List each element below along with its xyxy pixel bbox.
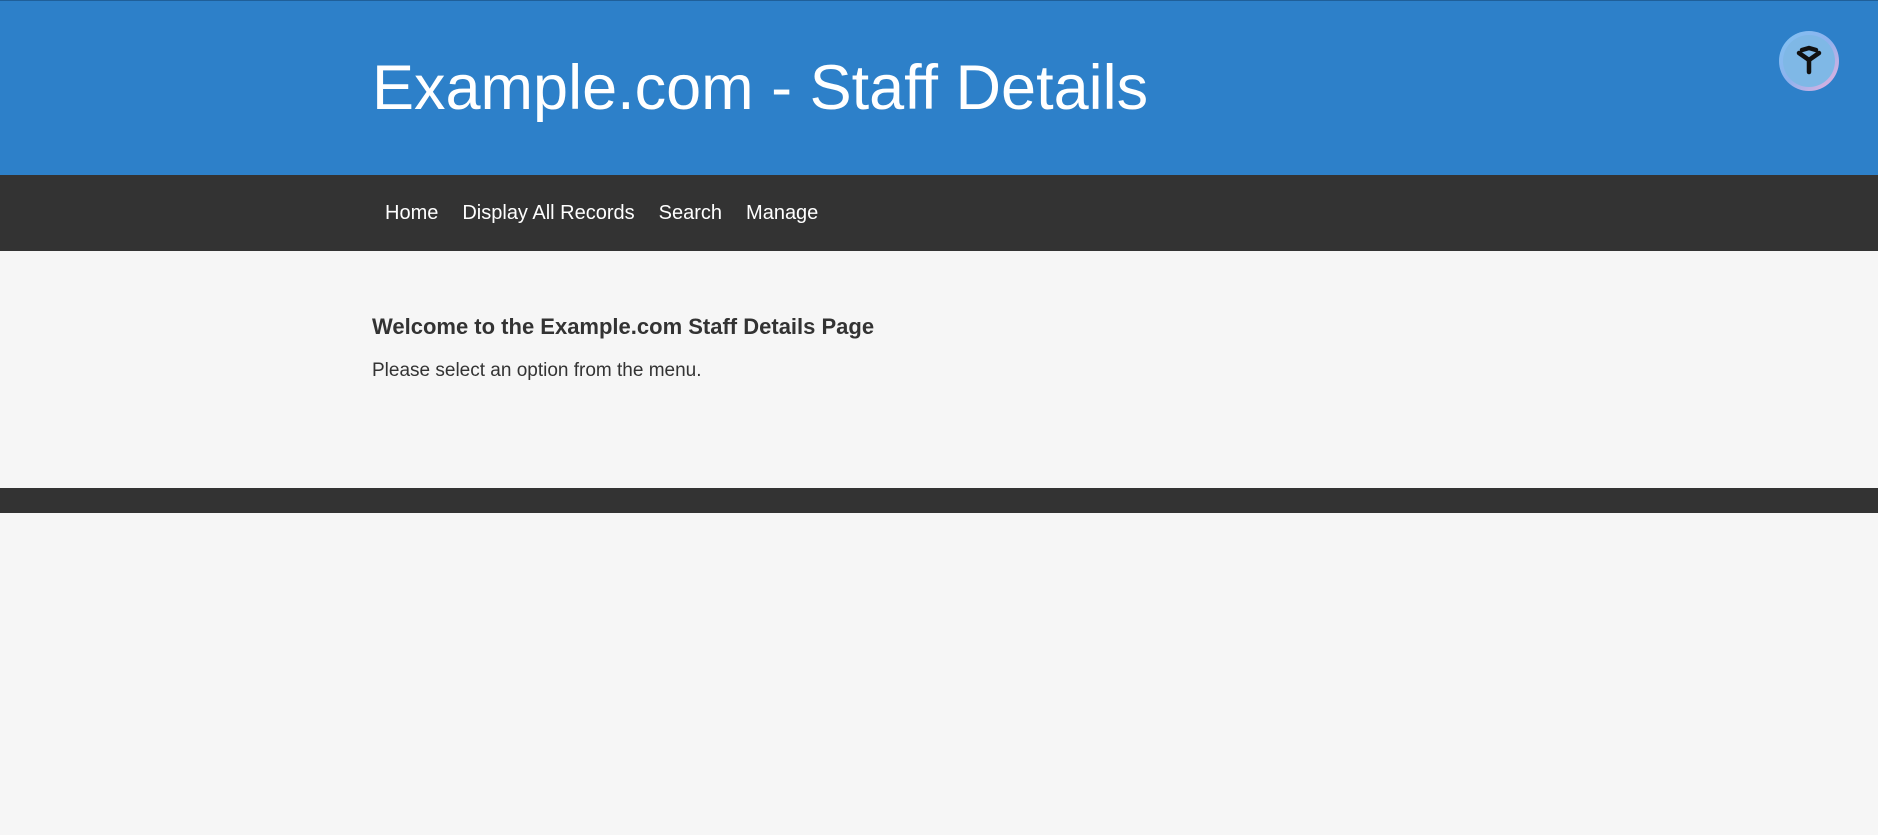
nav-list: Home Display All Records Search Manage: [373, 175, 830, 251]
nav-link-display-all-records[interactable]: Display All Records: [450, 175, 646, 251]
main-content: Welcome to the Example.com Staff Details…: [372, 251, 1472, 383]
welcome-text: Please select an option from the menu.: [372, 360, 702, 381]
assistant-badge-inner: [1783, 35, 1835, 87]
nav-item-home: Home: [373, 175, 450, 251]
nav-link-search[interactable]: Search: [647, 175, 734, 251]
nav-item-manage: Manage: [734, 175, 830, 251]
nav-item-search: Search: [647, 175, 734, 251]
nav-link-home[interactable]: Home: [373, 175, 450, 251]
site-footer: [0, 488, 1878, 513]
nav-item-display-all-records: Display All Records: [450, 175, 646, 251]
site-header: Example.com - Staff Details: [0, 0, 1878, 175]
assistant-badge-icon[interactable]: [1779, 31, 1839, 91]
nav-link-manage[interactable]: Manage: [734, 175, 830, 251]
site-title: Example.com - Staff Details: [372, 53, 1149, 123]
assistant-logo-icon: [1796, 45, 1822, 75]
welcome-heading: Welcome to the Example.com Staff Details…: [372, 314, 875, 339]
main-nav: Home Display All Records Search Manage: [0, 175, 1878, 251]
